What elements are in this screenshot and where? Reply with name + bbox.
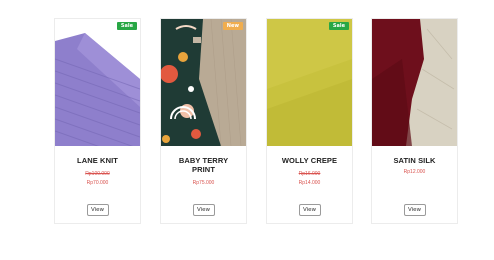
product-card-wolly-crepe: Sale WOLLY CREPE Rp16.000 Rp14.000 View bbox=[266, 18, 353, 224]
view-button[interactable]: View bbox=[192, 204, 215, 216]
original-price: Rp16.000 bbox=[298, 171, 321, 177]
product-card-satin-silk: SATIN SILK Rp12.000 View bbox=[371, 18, 458, 224]
product-image-baby-terry-print[interactable] bbox=[161, 19, 246, 146]
product-title: WOLLY CREPE bbox=[281, 156, 338, 165]
product-price: Rp12.000 bbox=[403, 169, 426, 175]
product-title: LANE KNIT bbox=[77, 156, 118, 165]
product-card-lane-knit: Sale LANE KNIT Rp100.000 Rp70.000 View bbox=[54, 18, 141, 224]
product-price: Rp70.000 bbox=[86, 180, 109, 186]
product-price: Rp14.000 bbox=[298, 180, 321, 186]
view-button[interactable]: View bbox=[298, 204, 321, 216]
product-title: SATIN SILK bbox=[393, 156, 436, 165]
new-badge: New bbox=[222, 22, 243, 30]
product-title: BABY TERRY PRINT bbox=[178, 156, 229, 174]
product-image-satin-silk[interactable] bbox=[372, 19, 457, 146]
product-image-lane-knit[interactable] bbox=[55, 19, 140, 146]
original-price: Rp100.000 bbox=[85, 171, 110, 177]
view-button[interactable]: View bbox=[86, 204, 109, 216]
product-card-baby-terry-print: New BABY TERRY PRINT Rp75.000 View bbox=[160, 18, 247, 224]
sale-badge: Sale bbox=[328, 22, 349, 30]
sale-badge: Sale bbox=[116, 22, 137, 30]
product-image-wolly-crepe[interactable] bbox=[267, 19, 352, 146]
view-button[interactable]: View bbox=[403, 204, 426, 216]
product-price: Rp75.000 bbox=[192, 180, 215, 186]
